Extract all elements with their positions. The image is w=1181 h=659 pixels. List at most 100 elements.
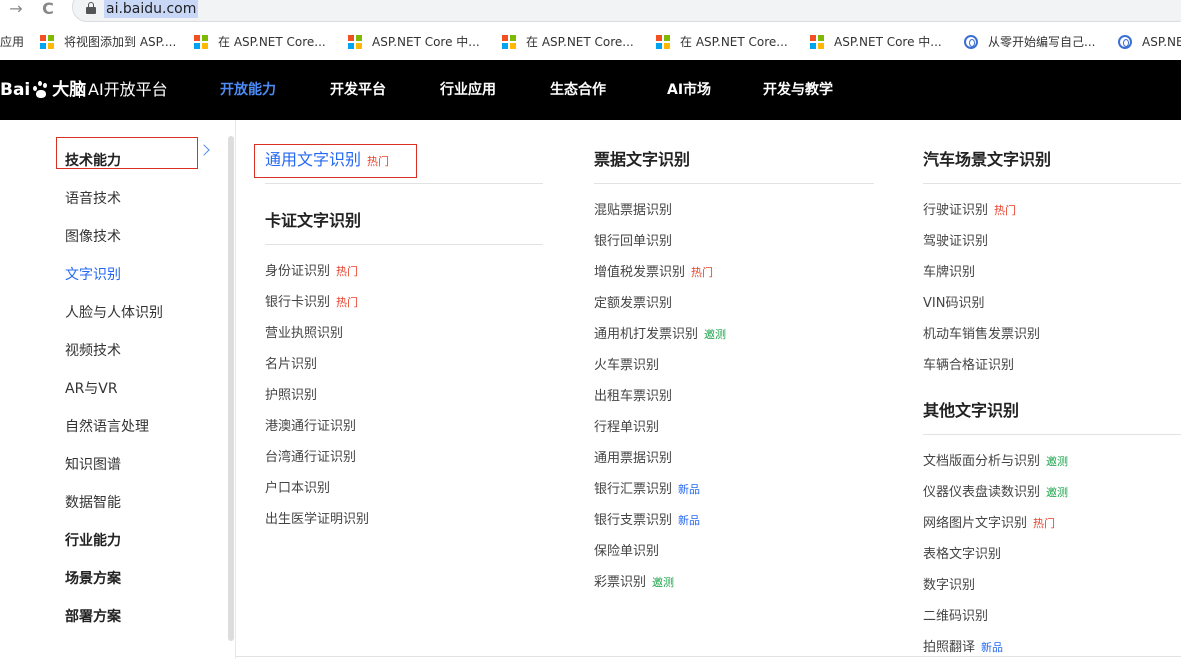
hot-tag: 热门: [367, 155, 390, 168]
ocr-service-label: 混贴票据识别: [594, 203, 673, 218]
ocr-service-label: 网络图片文字识别: [923, 516, 1028, 531]
nav-dev-platform[interactable]: 开发平台: [330, 78, 386, 102]
sidebar-item-data-intelligence[interactable]: 数据智能: [65, 493, 121, 513]
ocr-service-label: 银行回单识别: [594, 234, 673, 249]
ocr-service-label: 机动车销售发票识别: [923, 327, 1041, 342]
ocr-service-link[interactable]: 营业执照识别: [265, 325, 343, 343]
bookmark-item[interactable]: ASP.NET Core 中...: [810, 32, 942, 52]
nav-open-capabilities[interactable]: 开放能力: [220, 78, 276, 102]
ocr-service-link[interactable]: 网络图片文字识别 热门: [923, 515, 1055, 533]
bookmark-item[interactable]: ASP.NET Core 中...: [348, 32, 480, 52]
bookmark-label: 在 ASP.NET Core...: [526, 35, 634, 49]
ocr-service-label: 拍照翻译: [923, 640, 976, 655]
ocr-service-link[interactable]: 银行卡识别 热门: [265, 294, 358, 312]
ocr-service-link[interactable]: 名片识别: [265, 356, 317, 374]
ocr-service-link[interactable]: 混贴票据识别: [594, 202, 672, 220]
hot-tag: 热门: [691, 266, 714, 279]
brand-cn-text: 大脑: [52, 80, 87, 100]
bookmark-item[interactable]: 在 ASP.NET Core...: [502, 32, 634, 52]
reload-icon[interactable]: C: [38, 0, 58, 20]
bookmark-label: 在 ASP.NET Core...: [680, 35, 788, 49]
windows-logo-icon: [502, 35, 516, 49]
sidebar-heading-deploy[interactable]: 部署方案: [65, 607, 121, 627]
paw-icon: [32, 80, 50, 98]
new-tag: 新品: [981, 641, 1004, 654]
nav-ai-market[interactable]: AI市场: [667, 78, 711, 102]
ocr-service-link[interactable]: 仪器仪表盘读数识别 邀测: [923, 484, 1068, 502]
ocr-service-link[interactable]: 身份证识别 热门: [265, 263, 358, 281]
brand-divider: [79, 82, 80, 98]
ocr-service-link[interactable]: 银行汇票识别 新品: [594, 481, 700, 499]
baidu-logo[interactable]: Bai 大脑: [0, 78, 86, 102]
sidebar-heading-industry[interactable]: 行业能力: [65, 531, 121, 551]
sidebar-item-knowledge-graph[interactable]: 知识图谱: [65, 455, 121, 475]
ocr-service-label: 定额发票识别: [594, 296, 673, 311]
sidebar-item-speech[interactable]: 语音技术: [65, 189, 121, 209]
ocr-service-link[interactable]: 车牌识别: [923, 264, 975, 282]
sidebar-item-video[interactable]: 视频技术: [65, 341, 121, 361]
general-ocr-link[interactable]: 通用文字识别 热门: [265, 148, 389, 172]
ocr-service-link[interactable]: 护照识别: [265, 387, 317, 405]
ocr-service-link[interactable]: VIN码识别: [923, 295, 984, 313]
other-ocr-title: 其他文字识别: [923, 401, 1020, 420]
new-tag: 新品: [678, 514, 701, 527]
ocr-service-label: 护照识别: [265, 388, 318, 403]
url-text[interactable]: ai.baidu.com: [104, 0, 199, 18]
ocr-service-link[interactable]: 机动车销售发票识别: [923, 326, 1040, 344]
ocr-service-link[interactable]: 增值税发票识别 热门: [594, 264, 713, 282]
sidebar-item-image[interactable]: 图像技术: [65, 227, 121, 247]
ocr-service-link[interactable]: 表格文字识别: [923, 546, 1001, 564]
hot-tag: 热门: [994, 204, 1017, 217]
ocr-service-link[interactable]: 拍照翻译 新品: [923, 639, 1003, 657]
bookmark-item[interactable]: 应用: [0, 32, 24, 52]
sidebar-item-ocr[interactable]: 文字识别: [65, 265, 121, 285]
ocr-service-link[interactable]: 户口本识别: [265, 480, 330, 498]
bookmark-item[interactable]: 从零开始编写自己...: [964, 32, 1095, 52]
ocr-service-link[interactable]: 台湾通行证识别: [265, 449, 356, 467]
sidebar-item-ar-vr[interactable]: AR与VR: [65, 379, 118, 399]
nav-industry-apps[interactable]: 行业应用: [440, 78, 496, 102]
ocr-service-link[interactable]: 保险单识别: [594, 543, 659, 561]
bookmark-item[interactable]: 在 ASP.NET Core...: [656, 32, 788, 52]
sidebar-scrollbar[interactable]: [228, 136, 234, 641]
beta-tag: 邀测: [1046, 455, 1069, 468]
ocr-service-link[interactable]: 银行支票识别 新品: [594, 512, 700, 530]
bookmark-label: 在 ASP.NET Core...: [218, 35, 326, 49]
ocr-service-link[interactable]: 数字识别: [923, 577, 975, 595]
bookmark-item[interactable]: 在 ASP.NET Core...: [194, 32, 326, 52]
ocr-service-label: 出生医学证明识别: [265, 512, 370, 527]
ocr-service-link[interactable]: 银行回单识别: [594, 233, 672, 251]
ocr-service-link[interactable]: 火车票识别: [594, 357, 659, 375]
brand-subtitle: AI开放平台: [88, 80, 168, 99]
sidebar-heading-scenario[interactable]: 场景方案: [65, 569, 121, 589]
sidebar-item-face-body[interactable]: 人脸与人体识别: [65, 303, 163, 323]
ocr-service-link[interactable]: 文档版面分析与识别 邀测: [923, 453, 1068, 471]
forward-arrow-icon[interactable]: →: [6, 0, 26, 20]
nav-dev-teaching[interactable]: 开发与教学: [763, 78, 833, 102]
ocr-service-label: 表格文字识别: [923, 547, 1002, 562]
bookmark-item[interactable]: 将视图添加到 ASP....: [40, 32, 176, 52]
bookmark-item[interactable]: ASP.NE: [1118, 32, 1181, 52]
ocr-service-link[interactable]: 出生医学证明识别: [265, 511, 369, 529]
card-ocr-title: 卡证文字识别: [265, 211, 362, 230]
hot-tag: 热门: [336, 265, 359, 278]
ocr-service-label: 彩票识别: [594, 575, 647, 590]
ocr-service-link[interactable]: 驾驶证识别: [923, 233, 988, 251]
sidebar-item-nlp[interactable]: 自然语言处理: [65, 417, 149, 437]
car-ocr-title: 汽车场景文字识别: [923, 150, 1052, 169]
ocr-service-link[interactable]: 通用机打发票识别 邀测: [594, 326, 726, 344]
ocr-service-link[interactable]: 定额发票识别: [594, 295, 672, 313]
ocr-service-label: 行驶证识别: [923, 203, 989, 218]
ocr-service-link[interactable]: 二维码识别: [923, 608, 988, 626]
browser-toolbar: → C ai.baidu.com: [0, 0, 1181, 22]
beta-tag: 邀测: [704, 328, 727, 341]
ocr-service-link[interactable]: 彩票识别 邀测: [594, 574, 674, 592]
ocr-service-link[interactable]: 行驶证识别 热门: [923, 202, 1016, 220]
ocr-service-link[interactable]: 车辆合格证识别: [923, 357, 1014, 375]
ocr-service-link[interactable]: 行程单识别: [594, 419, 659, 437]
ocr-service-link[interactable]: 通用票据识别: [594, 450, 672, 468]
ocr-service-link[interactable]: 港澳通行证识别: [265, 418, 356, 436]
ocr-service-link[interactable]: 出租车票识别: [594, 388, 672, 406]
address-bar[interactable]: [72, 0, 1181, 22]
nav-ecosystem[interactable]: 生态合作: [550, 78, 606, 102]
